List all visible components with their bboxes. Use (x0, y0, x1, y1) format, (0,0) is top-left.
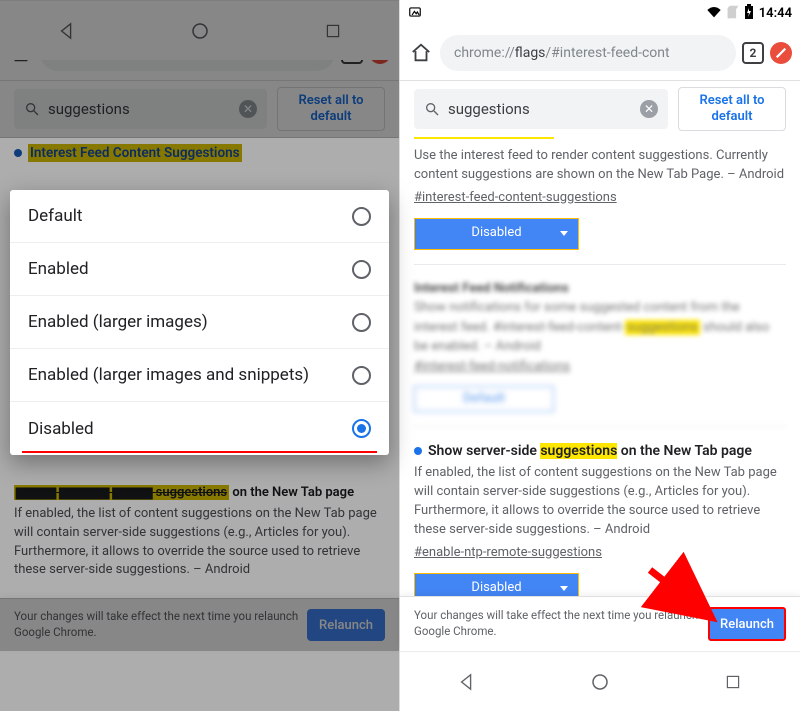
modified-dot-icon (414, 447, 422, 455)
home-icon[interactable] (408, 40, 434, 66)
option-enabled[interactable]: Enabled (10, 243, 389, 296)
omnibox[interactable]: chrome://flags/#interest-feed-cont (440, 35, 736, 71)
radio-icon (352, 366, 371, 385)
option-default[interactable]: Default (10, 190, 389, 243)
radio-icon (352, 207, 371, 226)
flag-item-blurred: Interest Feed Notifications Show notific… (414, 279, 786, 428)
flag-anchor-link[interactable]: #interest-feed-content-suggestions (414, 189, 617, 208)
search-icon (424, 101, 440, 117)
relaunch-button[interactable]: Relaunch (708, 607, 786, 641)
back-icon[interactable] (454, 669, 480, 695)
radio-icon (352, 313, 371, 332)
reset-button[interactable]: Reset all to default (678, 87, 786, 131)
flag-select[interactable]: Disabled (414, 218, 579, 250)
tab-switcher[interactable]: 2 (742, 42, 764, 64)
flag-item: Show server-side suggestions on the New … (414, 441, 786, 619)
flag-anchor-link[interactable]: #enable-ntp-remote-suggestions (414, 544, 602, 563)
search-input[interactable]: suggestions ✕ (414, 89, 668, 129)
radio-selected-icon (352, 419, 371, 438)
search-value: suggestions (448, 100, 632, 118)
flag-item: Use the interest feed to render content … (414, 147, 786, 265)
wifi-icon (706, 5, 722, 22)
status-time: 14:44 (759, 6, 792, 21)
android-nav (400, 651, 800, 711)
right-pane: 14:44 chrome://flags/#interest-feed-cont… (400, 0, 800, 711)
select-dropdown: Default Enabled Enabled (larger images) … (10, 190, 389, 455)
relaunch-bar: Your changes will take effect the next t… (400, 596, 800, 651)
status-bar: 14:44 (400, 0, 800, 26)
option-disabled[interactable]: Disabled (10, 402, 389, 455)
flag-select[interactable]: Default (414, 386, 554, 412)
battery-charging-icon (744, 4, 754, 23)
radio-icon (352, 260, 371, 279)
option-enabled-larger[interactable]: Enabled (larger images) (10, 296, 389, 349)
clear-icon[interactable]: ✕ (640, 100, 658, 118)
chevron-down-icon (560, 586, 568, 591)
stop-icon[interactable] (770, 42, 792, 64)
home-nav-icon[interactable] (587, 669, 613, 695)
recents-icon[interactable] (720, 669, 746, 695)
option-enabled-snippets[interactable]: Enabled (larger images and snippets) (10, 349, 389, 402)
chrome-toolbar: chrome://flags/#interest-feed-cont 2 (400, 26, 800, 80)
flags-content: Use the interest feed to render content … (400, 145, 800, 651)
notification-icon (408, 5, 422, 22)
chevron-down-icon (560, 231, 568, 236)
left-pane: 14:44 chrome://flags/#interest-feed-cont… (0, 0, 400, 711)
no-sim-icon (727, 5, 739, 22)
flags-controls: suggestions ✕ Reset all to default (400, 81, 800, 137)
